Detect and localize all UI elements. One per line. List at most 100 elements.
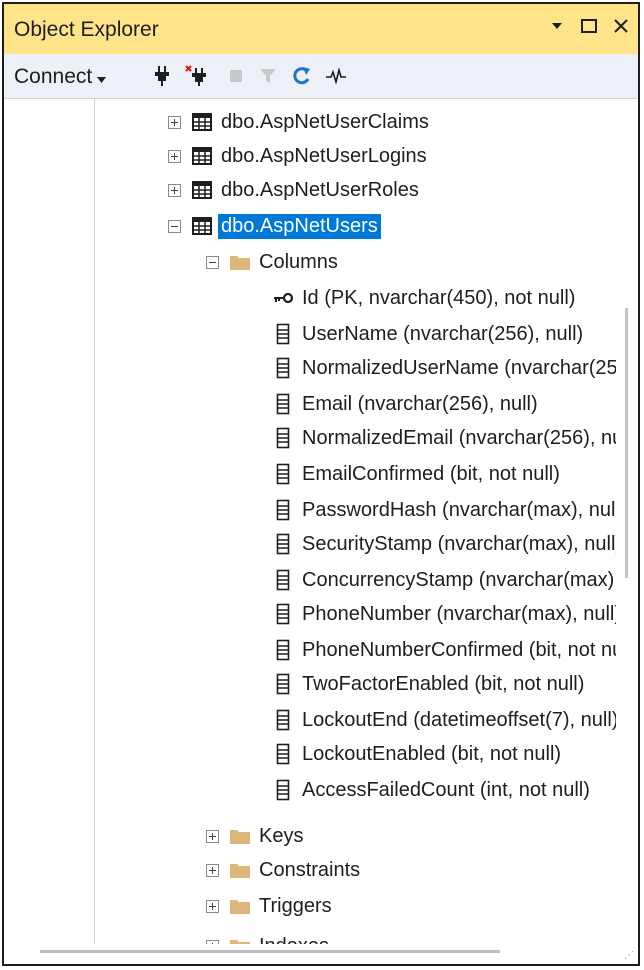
tree-node-triggers-folder[interactable]: Triggers	[206, 890, 332, 922]
tree-node-table[interactable]: dbo.AspNetUserLogins	[168, 140, 427, 172]
column-icon	[272, 603, 294, 625]
connect-label: Connect	[14, 65, 93, 88]
table-icon	[191, 215, 213, 237]
disconnect-plug-icon[interactable]	[184, 64, 208, 88]
window-title: Object Explorer	[14, 18, 159, 41]
column-label: NormalizedUserName (nvarchar(256), null)	[302, 356, 616, 379]
collapse-icon[interactable]	[206, 255, 219, 269]
column-item[interactable]: ConcurrencyStamp (nvarchar(max), null)	[272, 564, 616, 596]
column-icon	[272, 533, 294, 555]
column-item[interactable]: SecurityStamp (nvarchar(max), null)	[272, 528, 616, 560]
column-icon	[272, 323, 294, 345]
folder-label: Triggers	[259, 894, 332, 917]
primary-key-icon	[272, 287, 294, 309]
column-label: AccessFailedCount (int, not null)	[302, 778, 590, 801]
tree-node-table[interactable]: dbo.AspNetUserClaims	[168, 106, 429, 138]
tree-node-keys-folder[interactable]: Keys	[206, 820, 303, 852]
collapse-icon[interactable]	[168, 219, 181, 233]
column-item[interactable]: NormalizedUserName (nvarchar(256), null)	[272, 352, 616, 384]
column-item[interactable]: Id (PK, nvarchar(450), not null)	[272, 282, 575, 314]
window-position-dropdown-icon[interactable]	[546, 14, 568, 38]
column-item[interactable]: PasswordHash (nvarchar(max), null)	[272, 494, 616, 526]
vertical-scrollbar-thumb[interactable]	[625, 308, 628, 578]
table-label: dbo.AspNetUserLogins	[221, 144, 427, 167]
expand-icon[interactable]	[168, 115, 181, 129]
column-item[interactable]: LockoutEnd (datetimeoffset(7), null)	[272, 704, 616, 736]
expand-icon[interactable]	[206, 899, 219, 913]
table-icon	[191, 111, 213, 133]
column-item[interactable]: UserName (nvarchar(256), null)	[272, 318, 583, 350]
column-label: EmailConfirmed (bit, not null)	[302, 462, 560, 485]
stop-icon[interactable]	[224, 64, 248, 88]
close-icon[interactable]	[610, 14, 632, 38]
title-bar[interactable]: Object Explorer	[4, 4, 638, 54]
column-icon	[272, 427, 294, 449]
horizontal-scrollbar-thumb[interactable]	[40, 950, 500, 953]
folder-label: Constraints	[259, 858, 361, 881]
column-label: UserName (nvarchar(256), null)	[302, 322, 584, 345]
connect-plug-icon[interactable]	[150, 64, 174, 88]
column-icon	[272, 779, 294, 801]
folder-icon	[229, 859, 251, 881]
object-explorer-tree: dbo.AspNetUserClaims dbo.AspNetUserLogin…	[4, 98, 616, 948]
tree-node-table[interactable]: dbo.AspNetUserRoles	[168, 174, 419, 206]
expand-icon[interactable]	[206, 829, 219, 843]
refresh-icon[interactable]	[290, 64, 314, 88]
column-item[interactable]: PhoneNumber (nvarchar(max), null)	[272, 598, 616, 630]
table-icon	[191, 179, 213, 201]
folder-label: Keys	[259, 824, 304, 847]
vertical-scrollbar[interactable]	[616, 98, 638, 948]
column-item[interactable]: AccessFailedCount (int, not null)	[272, 774, 590, 806]
folder-label: Columns	[259, 250, 338, 273]
column-label: LockoutEnd (datetimeoffset(7), null)	[302, 708, 616, 731]
column-item[interactable]: Email (nvarchar(256), null)	[272, 388, 538, 420]
column-icon	[272, 709, 294, 731]
column-label: TwoFactorEnabled (bit, not null)	[302, 672, 585, 695]
column-label: Email (nvarchar(256), null)	[302, 392, 538, 415]
column-icon	[272, 499, 294, 521]
tree-node-columns-folder[interactable]: Columns	[206, 246, 338, 278]
expand-icon[interactable]	[168, 149, 181, 163]
column-icon	[272, 743, 294, 765]
column-label: SecurityStamp (nvarchar(max), null)	[302, 532, 616, 555]
column-icon	[272, 357, 294, 379]
table-label: dbo.AspNetUsers	[218, 213, 381, 239]
connect-button[interactable]: Connect	[14, 65, 107, 89]
column-label: PhoneNumber (nvarchar(max), null)	[302, 602, 616, 625]
column-icon	[272, 673, 294, 695]
folder-icon	[229, 825, 251, 847]
horizontal-scrollbar[interactable]: ⋰	[4, 944, 638, 964]
column-label: PhoneNumberConfirmed (bit, not null)	[302, 638, 616, 661]
maximize-icon[interactable]	[578, 14, 600, 38]
column-item[interactable]: PhoneNumberConfirmed (bit, not null)	[272, 634, 616, 666]
title-buttons	[546, 14, 632, 38]
column-icon	[272, 463, 294, 485]
activity-monitor-icon[interactable]	[324, 64, 348, 88]
column-icon	[272, 393, 294, 415]
expand-icon[interactable]	[168, 183, 181, 197]
toolbar: Connect	[4, 54, 638, 99]
column-icon	[272, 569, 294, 591]
column-item[interactable]: NormalizedEmail (nvarchar(256), null)	[272, 422, 616, 454]
chevron-down-icon	[97, 65, 107, 89]
expand-icon[interactable]	[206, 863, 219, 877]
column-icon	[272, 639, 294, 661]
table-label: dbo.AspNetUserRoles	[221, 178, 419, 201]
resize-grip-icon[interactable]: ⋰	[624, 951, 634, 961]
object-explorer-window: Object Explorer Connect dbo.AspNetUserCl…	[2, 2, 640, 966]
table-label: dbo.AspNetUserClaims	[221, 110, 429, 133]
column-item[interactable]: LockoutEnabled (bit, not null)	[272, 738, 561, 770]
table-icon	[191, 145, 213, 167]
tree-node-table-selected[interactable]: dbo.AspNetUsers	[168, 210, 381, 242]
folder-icon	[229, 251, 251, 273]
tree-node-constraints-folder[interactable]: Constraints	[206, 854, 360, 886]
column-label: Id (PK, nvarchar(450), not null)	[302, 286, 576, 309]
filter-icon[interactable]	[256, 64, 280, 88]
column-label: NormalizedEmail (nvarchar(256), null)	[302, 426, 616, 449]
column-item[interactable]: TwoFactorEnabled (bit, not null)	[272, 668, 584, 700]
column-item[interactable]: EmailConfirmed (bit, not null)	[272, 458, 560, 490]
column-label: LockoutEnabled (bit, not null)	[302, 742, 562, 765]
folder-icon	[229, 895, 251, 917]
column-label: PasswordHash (nvarchar(max), null)	[302, 498, 616, 521]
column-label: ConcurrencyStamp (nvarchar(max), null)	[302, 568, 616, 591]
